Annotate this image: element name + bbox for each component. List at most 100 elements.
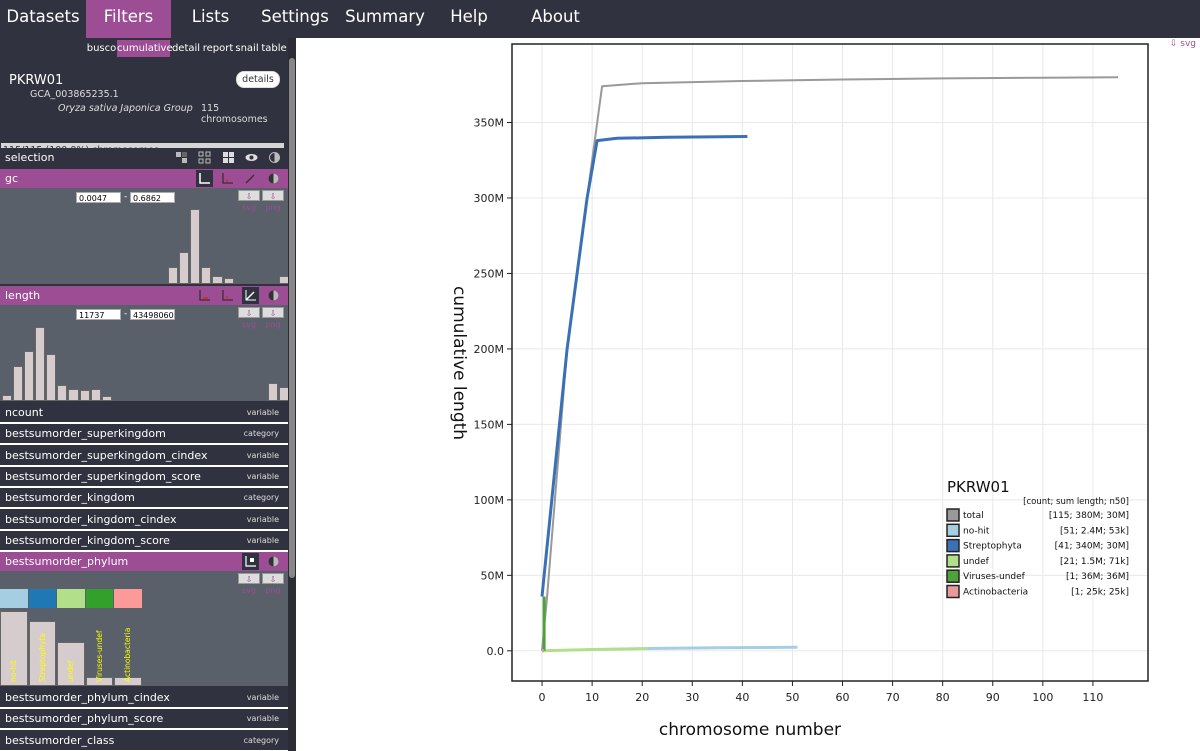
invert-filter-icon[interactable] — [265, 553, 282, 570]
gc-min-input[interactable]: 0.0047 — [76, 192, 121, 203]
legend-swatch-streptophyta — [946, 538, 960, 553]
x-tick-label: 70 — [886, 691, 900, 704]
x-tick-label: 100 — [1032, 691, 1053, 704]
details-button[interactable]: details — [236, 71, 280, 88]
sqrt-scale-icon[interactable] — [219, 170, 236, 187]
length-svg-download[interactable]: ⇩ svg — [238, 307, 260, 329]
legend-entry-stats: [51; 2.4M; 53k] — [1060, 526, 1129, 536]
x-tick-label: 10 — [585, 691, 599, 704]
view-subtabs: busco cumulative detail report snail table — [0, 38, 288, 57]
field-type: variable — [246, 408, 279, 417]
nav-tab-summary[interactable]: Summary — [340, 0, 430, 38]
phylum-category-bars[interactable]: no-hit Streptophyta undef Viruses-undef Acti… — [0, 571, 288, 686]
phylum-category-label: Streptophyta — [37, 632, 47, 682]
phylum-swatch-no-hit[interactable] — [0, 589, 28, 608]
linear-scale-icon[interactable] — [196, 287, 213, 304]
invert-filter-icon[interactable] — [265, 170, 282, 187]
subtab-report[interactable]: report — [202, 40, 234, 57]
phylum-swatch-viruses-undef[interactable] — [85, 589, 114, 608]
nav-tab-about[interactable]: About — [508, 0, 603, 38]
subtab-cumulative[interactable]: cumulative — [117, 40, 173, 57]
dataset-info: PKRW01 details GCA_003865235.1 Oryza sat… — [0, 57, 288, 161]
gc-histogram[interactable] — [0, 206, 288, 284]
length-histogram[interactable] — [0, 323, 288, 401]
field-row-bestsumorder-phylum-score[interactable]: bestsumorder_phylum_score variable — [0, 709, 288, 729]
legend-swatch-viruses-undef — [946, 569, 960, 583]
nav-tab-filters[interactable]: Filters — [86, 0, 171, 38]
field-row-bestsumorder-superkingdom-score[interactable]: bestsumorder_superkingdom_score variable — [0, 466, 288, 486]
filters-sidebar: busco cumulative detail report snail table PK… — [0, 38, 296, 751]
field-row-bestsumorder-kingdom-cindex[interactable]: bestsumorder_kingdom_cindex variable — [0, 509, 288, 529]
field-row-bestsumorder-superkingdom[interactable]: bestsumorder_superkingdom category — [0, 424, 288, 444]
field-row-ncount[interactable]: ncount variable — [0, 403, 288, 422]
gc-svg-download[interactable]: ⇩ svg — [238, 190, 260, 212]
length-max-input[interactable]: 43498060 — [130, 309, 175, 320]
gc-filter-header[interactable]: gc — [0, 169, 288, 188]
legend-entry-name: undef — [963, 557, 990, 567]
gc-histogram-bar — [179, 252, 190, 284]
phylum-category-label: Viruses-undef — [94, 630, 104, 682]
legend-swatch-total — [946, 508, 960, 522]
field-type: variable — [246, 535, 279, 545]
phylum-swatch-undef[interactable] — [57, 589, 85, 608]
field-type: variable — [246, 471, 279, 481]
x-axis-label: chromosome number — [659, 720, 841, 740]
phylum-swatch-actinobacteria[interactable] — [114, 589, 142, 608]
log-scale-icon[interactable] — [242, 170, 259, 187]
field-name: bestsumorder_kingdom_score — [5, 533, 170, 547]
gc-histogram-bar — [201, 267, 212, 284]
subtab-snail[interactable]: snail — [234, 40, 260, 57]
dataset-organism: Oryza sativa Japonica Group — [58, 103, 193, 114]
legend-entry-stats: [1; 25k; 25k] — [1071, 588, 1129, 598]
nav-tab-settings[interactable]: Settings — [250, 0, 340, 38]
field-name: ncount — [5, 406, 44, 419]
length-min-input[interactable]: 11737 — [76, 309, 121, 320]
gc-png-download[interactable]: ⇩ png — [262, 190, 284, 212]
phylum-swatch-streptophyta[interactable] — [28, 589, 57, 608]
length-filter-header[interactable]: length — [0, 286, 288, 305]
invert-selection-icon[interactable] — [268, 151, 281, 164]
length-png-download[interactable]: ⇩ png — [262, 307, 284, 329]
length-histogram-bar — [46, 354, 57, 401]
log-scale-icon[interactable] — [242, 287, 259, 304]
select-lasso-icon[interactable] — [175, 151, 188, 164]
subtab-busco[interactable]: busco — [86, 40, 117, 57]
y-tick-label: 350M — [474, 116, 505, 129]
field-row-bestsumorder-kingdom-score[interactable]: bestsumorder_kingdom_score variable — [0, 530, 288, 550]
field-name: bestsumorder_kingdom — [5, 491, 135, 505]
eye-icon[interactable] — [245, 151, 258, 164]
subtab-table[interactable]: table — [261, 40, 287, 57]
length-histogram-bar — [79, 390, 90, 401]
nav-tab-datasets[interactable]: Datasets — [0, 0, 86, 38]
gc-max-input[interactable]: 0.6862 — [130, 192, 175, 203]
gc-histogram-bar — [190, 209, 201, 284]
field-row-bestsumorder-kingdom[interactable]: bestsumorder_kingdom category — [0, 488, 288, 508]
y-tick-label: 200M — [474, 343, 505, 356]
field-row-bestsumorder-superkingdom-cindex[interactable]: bestsumorder_superkingdom_cindex variable — [0, 445, 288, 465]
subtab-detail[interactable]: detail — [171, 40, 201, 57]
dataset-chromosome-count: 115 chromosomes — [201, 103, 268, 125]
nav-tab-help[interactable]: Help — [430, 0, 508, 38]
gc-range-dash: - — [124, 192, 128, 202]
length-label: length — [5, 289, 41, 302]
scrollbar-thumb[interactable] — [289, 58, 295, 578]
select-grid-icon[interactable] — [198, 151, 211, 164]
select-all-icon[interactable] — [222, 151, 235, 164]
legend-entry-stats: [41; 340M; 30M] — [1055, 542, 1129, 552]
nav-tab-lists[interactable]: Lists — [171, 0, 250, 38]
category-filter-icon[interactable] — [242, 553, 259, 570]
sqrt-scale-icon[interactable] — [219, 287, 236, 304]
phylum-filter-header[interactable]: bestsumorder_phylum — [0, 552, 288, 571]
invert-filter-icon[interactable] — [265, 287, 282, 304]
length-histogram-bar — [57, 385, 68, 401]
x-tick-label: 20 — [635, 691, 649, 704]
length-histogram-bar — [267, 383, 278, 401]
field-row-bestsumorder-class[interactable]: bestsumorder_class category — [0, 730, 288, 750]
phylum-category-label: no-hit — [9, 660, 18, 682]
linear-scale-icon[interactable] — [196, 170, 213, 187]
field-row-bestsumorder-phylum-cindex[interactable]: bestsumorder_phylum_cindex variable — [0, 688, 288, 707]
sidebar-scrollbar[interactable] — [288, 38, 296, 751]
legend-entry-stats: [1; 36M; 36M] — [1066, 572, 1129, 582]
gc-histogram-bar — [223, 278, 234, 284]
series-line-no-hit — [647, 645, 798, 650]
